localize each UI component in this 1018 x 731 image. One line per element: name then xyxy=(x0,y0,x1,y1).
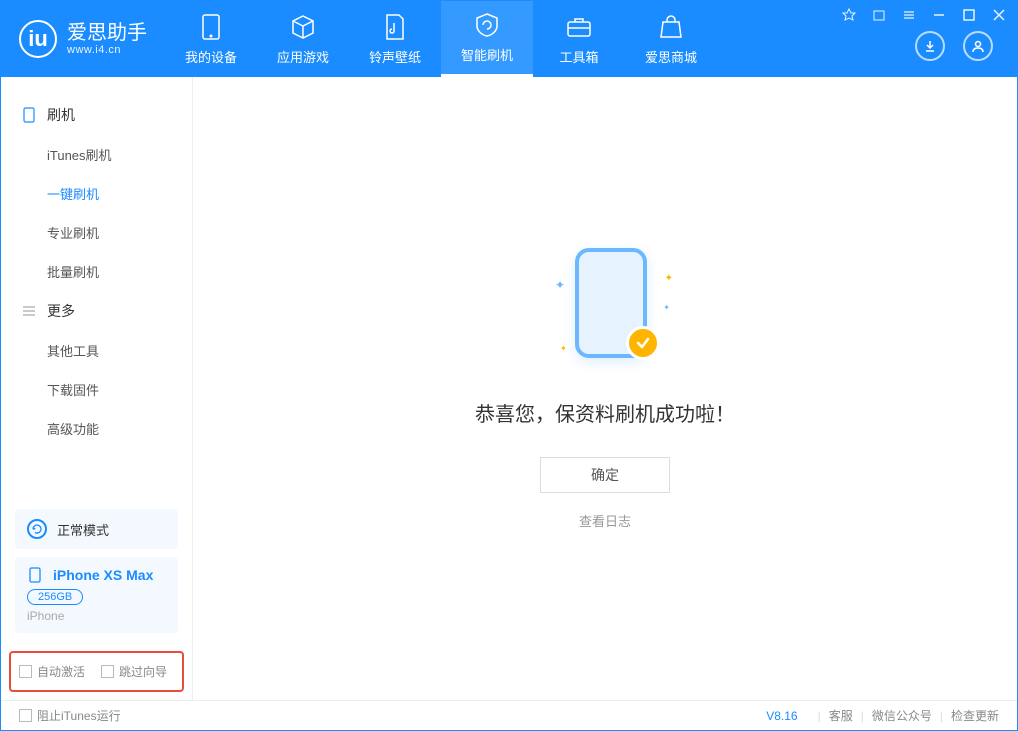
status-right: V8.16 | 客服 | 微信公众号 | 检查更新 xyxy=(766,707,999,724)
title-bar: iu 爱思助手 www.i4.cn 我的设备 应用游戏 铃声壁纸 智能刷机 工具… xyxy=(1,1,1017,77)
phone-icon xyxy=(27,567,43,583)
bag-icon xyxy=(657,13,685,41)
sidebar-item-batch-flash[interactable]: 批量刷机 xyxy=(1,252,192,291)
nav-tabs: 我的设备 应用游戏 铃声壁纸 智能刷机 工具箱 爱思商城 xyxy=(165,1,717,77)
section-title: 更多 xyxy=(47,301,75,321)
maximize-button[interactable] xyxy=(961,7,977,23)
close-button[interactable] xyxy=(991,7,1007,23)
checkbox-icon xyxy=(19,665,32,678)
checkbox-block-itunes[interactable]: 阻止iTunes运行 xyxy=(19,707,121,724)
sidebar-item-advanced[interactable]: 高级功能 xyxy=(1,409,192,448)
nav-label: 工具箱 xyxy=(559,47,598,66)
sparkle-icon: ✦ xyxy=(560,344,567,353)
nav-label: 应用游戏 xyxy=(277,47,329,66)
list-icon xyxy=(21,303,37,319)
sidebar: 刷机 iTunes刷机 一键刷机 专业刷机 批量刷机 更多 其他工具 下载固件 … xyxy=(1,77,193,700)
sparkle-icon: ✦ xyxy=(555,278,565,292)
wechat-link[interactable]: 微信公众号 xyxy=(872,707,932,724)
phone-icon xyxy=(21,107,37,123)
view-log-link[interactable]: 查看日志 xyxy=(579,511,631,530)
ok-button[interactable]: 确定 xyxy=(540,457,670,493)
checkmark-badge-icon xyxy=(626,326,660,360)
support-link[interactable]: 客服 xyxy=(829,707,853,724)
nav-store[interactable]: 爱思商城 xyxy=(625,1,717,77)
app-name: 爱思助手 xyxy=(67,22,147,44)
success-message: 恭喜您，保资料刷机成功啦！ xyxy=(475,398,735,427)
body: 刷机 iTunes刷机 一键刷机 专业刷机 批量刷机 更多 其他工具 下载固件 … xyxy=(1,77,1017,700)
sparkle-icon: ✦ xyxy=(665,273,673,284)
sidebar-item-download-firmware[interactable]: 下载固件 xyxy=(1,370,192,409)
sidebar-item-oneclick-flash[interactable]: 一键刷机 xyxy=(1,174,192,213)
device-card[interactable]: iPhone XS Max 256GB iPhone xyxy=(15,557,178,633)
checkbox-skip-guide[interactable]: 跳过向导 xyxy=(101,663,167,680)
device-name: iPhone XS Max xyxy=(53,567,153,583)
toolbox-icon xyxy=(565,13,593,41)
music-file-icon xyxy=(381,13,409,41)
mode-card[interactable]: 正常模式 xyxy=(15,509,178,549)
minimize-button[interactable] xyxy=(931,7,947,23)
success-illustration: ✦ ✦ ✦ ✦ xyxy=(545,248,665,368)
status-label: 阻止iTunes运行 xyxy=(37,707,121,724)
opt-label: 自动激活 xyxy=(37,663,85,680)
download-button[interactable] xyxy=(915,31,945,61)
device-icon xyxy=(197,13,225,41)
header-actions xyxy=(915,31,993,61)
account-button[interactable] xyxy=(963,31,993,61)
nav-ringtones[interactable]: 铃声壁纸 xyxy=(349,1,441,77)
nav-label: 爱思商城 xyxy=(645,47,697,66)
main-content: ✦ ✦ ✦ ✦ 恭喜您，保资料刷机成功啦！ 确定 查看日志 xyxy=(193,77,1017,700)
section-title: 刷机 xyxy=(47,105,75,125)
app-logo-icon: iu xyxy=(19,20,57,58)
app-url: www.i4.cn xyxy=(67,44,147,56)
logo-area: iu 爱思助手 www.i4.cn xyxy=(1,20,165,58)
status-bar: 阻止iTunes运行 V8.16 | 客服 | 微信公众号 | 检查更新 xyxy=(1,700,1017,730)
cube-icon xyxy=(289,13,317,41)
menu-icon[interactable] xyxy=(901,7,917,23)
nav-my-device[interactable]: 我的设备 xyxy=(165,1,257,77)
sidebar-item-itunes-flash[interactable]: iTunes刷机 xyxy=(1,135,192,174)
nav-apps-games[interactable]: 应用游戏 xyxy=(257,1,349,77)
check-update-link[interactable]: 检查更新 xyxy=(951,707,999,724)
sparkle-icon: ✦ xyxy=(663,303,670,312)
device-type: iPhone xyxy=(27,609,166,623)
theme-icon[interactable] xyxy=(841,7,857,23)
opt-label: 跳过向导 xyxy=(119,663,167,680)
mode-label: 正常模式 xyxy=(57,520,109,539)
skin-icon[interactable] xyxy=(871,7,887,23)
status-left: 阻止iTunes运行 xyxy=(19,707,121,724)
checkbox-auto-activate[interactable]: 自动激活 xyxy=(19,663,85,680)
shield-refresh-icon xyxy=(473,11,501,39)
device-capacity: 256GB xyxy=(27,589,83,605)
highlighted-options: 自动激活 跳过向导 xyxy=(9,651,184,692)
nav-label: 铃声壁纸 xyxy=(369,47,421,66)
refresh-icon xyxy=(27,519,47,539)
nav-smart-flash[interactable]: 智能刷机 xyxy=(441,1,533,77)
version-label: V8.16 xyxy=(766,709,797,723)
section-flash: 刷机 xyxy=(1,95,192,135)
sidebar-item-pro-flash[interactable]: 专业刷机 xyxy=(1,213,192,252)
checkbox-icon xyxy=(101,665,114,678)
nav-label: 我的设备 xyxy=(185,47,237,66)
checkbox-icon xyxy=(19,709,32,722)
sidebar-item-other-tools[interactable]: 其他工具 xyxy=(1,331,192,370)
nav-label: 智能刷机 xyxy=(461,45,513,64)
nav-toolbox[interactable]: 工具箱 xyxy=(533,1,625,77)
window-controls xyxy=(841,7,1007,23)
section-more: 更多 xyxy=(1,291,192,331)
